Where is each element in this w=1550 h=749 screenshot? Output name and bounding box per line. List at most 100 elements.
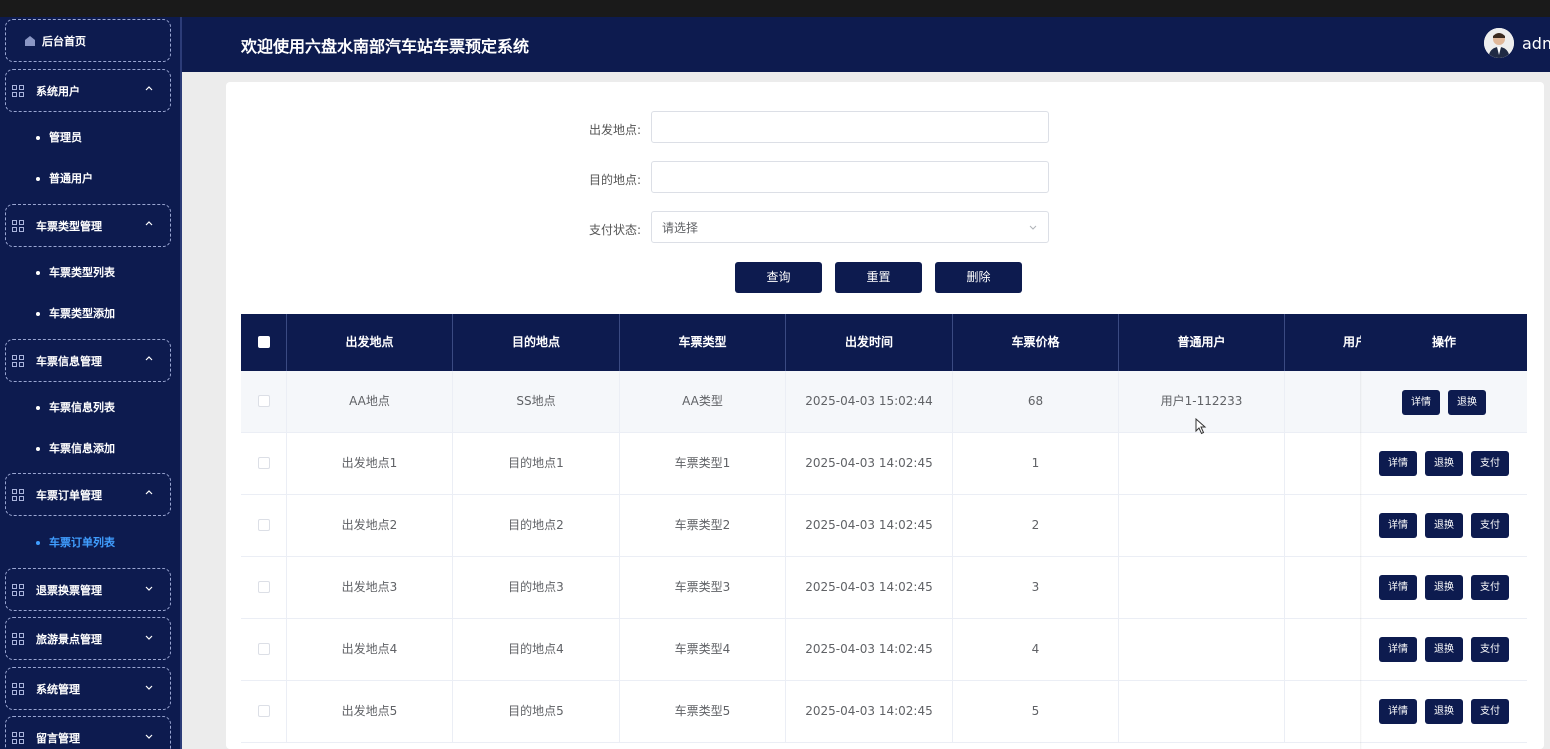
row-checkbox[interactable] — [258, 705, 270, 717]
detail-button[interactable]: 详情 — [1379, 513, 1417, 538]
payment-status-select[interactable]: 请选择 — [651, 211, 1049, 243]
row-checkbox-cell — [241, 433, 287, 494]
sidebar-group-system[interactable]: 系统管理 — [5, 667, 171, 710]
chevron-down-icon — [1029, 225, 1037, 230]
row-checkbox-cell — [241, 557, 287, 618]
sidebar-item-ticket-info-list[interactable]: 车票信息列表 — [36, 398, 115, 418]
username[interactable]: adm — [1522, 34, 1550, 53]
cell-departure: AA地点 — [287, 371, 453, 432]
cell-departure-time: 2025-04-03 14:02:45 — [786, 495, 953, 556]
detail-button[interactable]: 详情 — [1379, 575, 1417, 600]
cell-price: 5 — [953, 681, 1119, 742]
cell-actions: 详情 退换 — [1361, 371, 1527, 432]
delete-button[interactable]: 删除 — [935, 262, 1022, 293]
cell-departure: 出发地点1 — [287, 433, 453, 494]
sidebar-item-ticket-type-add[interactable]: 车票类型添加 — [36, 304, 115, 324]
detail-button[interactable]: 详情 — [1379, 637, 1417, 662]
refund-button[interactable]: 退换 — [1425, 699, 1463, 724]
chevron-down-icon — [145, 734, 153, 739]
sidebar-item-ticket-type-list[interactable]: 车票类型列表 — [36, 263, 115, 283]
refund-button[interactable]: 退换 — [1425, 451, 1463, 476]
row-checkbox[interactable] — [258, 519, 270, 531]
grid-icon — [12, 682, 24, 695]
column-header: 操作 — [1431, 335, 1456, 349]
table-row[interactable]: 出发地点1 目的地点1 车票类型1 2025-04-03 14:02:45 1 … — [241, 433, 1527, 495]
sidebar-item-normal-users[interactable]: 普通用户 — [36, 169, 93, 189]
sidebar-item-ticket-order-list[interactable]: 车票订单列表 — [36, 533, 115, 553]
departure-input[interactable] — [651, 111, 1049, 143]
grid-icon — [12, 632, 24, 645]
refund-button[interactable]: 退换 — [1425, 637, 1463, 662]
sidebar-item-admin[interactable]: 管理员 — [36, 128, 82, 148]
table-row[interactable]: 出发地点4 目的地点4 车票类型4 2025-04-03 14:02:45 4 … — [241, 619, 1527, 681]
sidebar-item-label: 管理员 — [49, 131, 82, 144]
cell-price: 68 — [953, 371, 1119, 432]
grid-icon — [12, 731, 24, 744]
sidebar-group-system-users[interactable]: 系统用户 — [5, 69, 171, 112]
bullet-icon — [36, 541, 40, 545]
cell-departure-time: 2025-04-03 14:02:45 — [786, 433, 953, 494]
query-button[interactable]: 查询 — [735, 262, 822, 293]
sidebar-item-label: 普通用户 — [49, 172, 93, 185]
sidebar-group-label: 系统管理 — [36, 682, 80, 696]
sidebar-group-ticket-order[interactable]: 车票订单管理 — [5, 473, 171, 516]
row-checkbox[interactable] — [258, 457, 270, 469]
cell-actions: 详情 退换 支付 — [1361, 681, 1527, 742]
sidebar-group-refund[interactable]: 退票换票管理 — [5, 568, 171, 611]
grid-icon — [12, 219, 24, 232]
bullet-icon — [36, 271, 40, 275]
detail-button[interactable]: 详情 — [1402, 390, 1440, 415]
payment-status-label: 支付状态: — [588, 223, 641, 237]
table-row[interactable]: AA地点 SS地点 AA类型 2025-04-03 15:02:44 68 用户… — [241, 371, 1527, 433]
pay-button[interactable]: 支付 — [1471, 699, 1509, 724]
sidebar-home[interactable]: 后台首页 — [5, 19, 171, 62]
cell-ticket-type: 车票类型2 — [620, 495, 786, 556]
destination-input[interactable] — [651, 161, 1049, 193]
refund-button[interactable]: 退换 — [1425, 575, 1463, 600]
cell-ticket-type: AA类型 — [620, 371, 786, 432]
cell-user — [1119, 681, 1285, 742]
sidebar-group-messages[interactable]: 留言管理 — [5, 716, 171, 749]
cell-actions: 详情 退换 支付 — [1361, 557, 1527, 618]
pay-button[interactable]: 支付 — [1471, 451, 1509, 476]
pay-button[interactable]: 支付 — [1471, 637, 1509, 662]
avatar[interactable] — [1484, 28, 1514, 58]
row-checkbox[interactable] — [258, 395, 270, 407]
row-checkbox[interactable] — [258, 581, 270, 593]
bullet-icon — [36, 406, 40, 410]
header-checkbox-cell — [241, 314, 287, 371]
destination-label: 目的地点: — [588, 173, 641, 187]
grid-icon — [12, 583, 24, 596]
detail-button[interactable]: 详情 — [1379, 451, 1417, 476]
select-all-checkbox[interactable] — [258, 336, 270, 348]
detail-button[interactable]: 详情 — [1379, 699, 1417, 724]
chevron-down-icon — [145, 685, 153, 690]
bullet-icon — [36, 447, 40, 451]
refund-button[interactable]: 退换 — [1425, 513, 1463, 538]
cell-destination: 目的地点4 — [453, 619, 620, 680]
cell-departure: 出发地点2 — [287, 495, 453, 556]
grid-icon — [12, 354, 24, 367]
pay-button[interactable]: 支付 — [1471, 513, 1509, 538]
sidebar-group-label: 退票换票管理 — [36, 583, 102, 597]
table-row[interactable]: 出发地点3 目的地点3 车票类型3 2025-04-03 14:02:45 3 … — [241, 557, 1527, 619]
sidebar-group-ticket-type[interactable]: 车票类型管理 — [5, 204, 171, 247]
sidebar-group-attractions[interactable]: 旅游景点管理 — [5, 617, 171, 660]
column-header: 目的地点 — [453, 314, 620, 371]
row-checkbox[interactable] — [258, 643, 270, 655]
grid-icon — [12, 84, 24, 97]
chevron-up-icon — [145, 356, 153, 361]
table-row[interactable]: 出发地点2 目的地点2 车票类型2 2025-04-03 14:02:45 2 … — [241, 495, 1527, 557]
pay-button[interactable]: 支付 — [1471, 575, 1509, 600]
refund-button[interactable]: 退换 — [1448, 390, 1486, 415]
cell-departure-time: 2025-04-03 14:02:45 — [786, 619, 953, 680]
table-row[interactable]: 出发地点5 目的地点5 车票类型5 2025-04-03 14:02:45 5 … — [241, 681, 1527, 743]
reset-button[interactable]: 重置 — [835, 262, 922, 293]
sidebar-group-ticket-info[interactable]: 车票信息管理 — [5, 339, 171, 382]
cell-ticket-type: 车票类型1 — [620, 433, 786, 494]
chevron-up-icon — [145, 86, 153, 91]
sidebar-item-ticket-info-add[interactable]: 车票信息添加 — [36, 439, 115, 459]
bullet-icon — [36, 136, 40, 140]
bullet-icon — [36, 312, 40, 316]
cell-user-2: 用户 — [1285, 681, 1361, 742]
